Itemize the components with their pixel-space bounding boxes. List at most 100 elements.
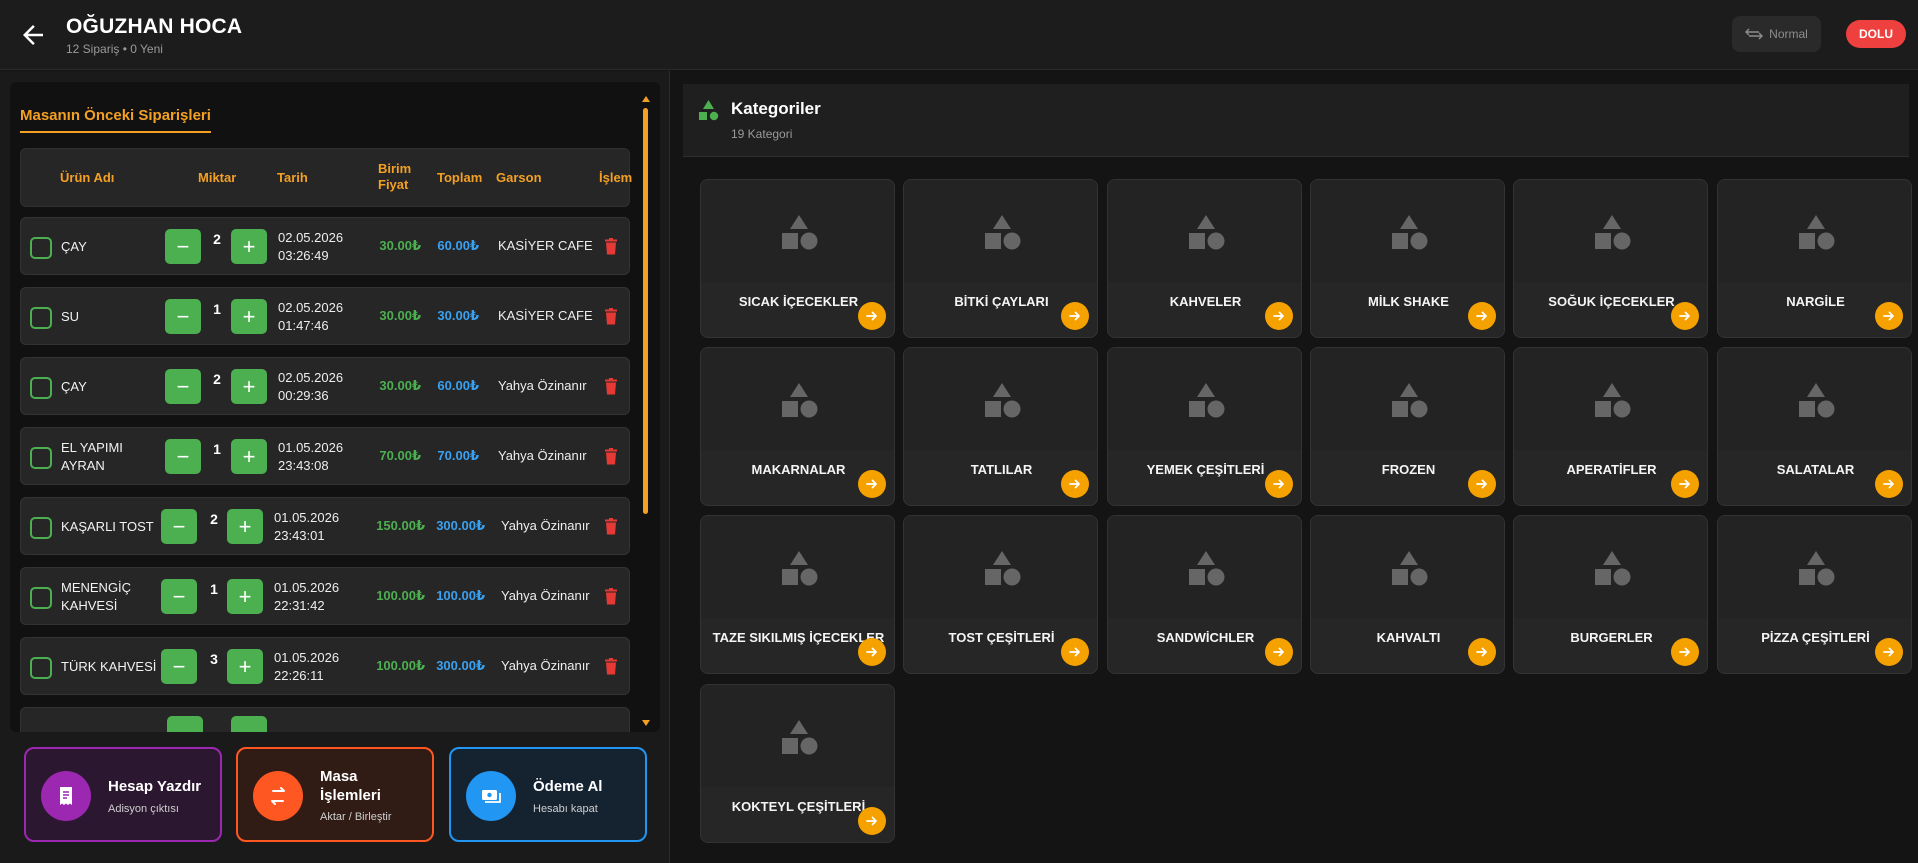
category-tile[interactable]: KAHVELER (1107, 179, 1302, 338)
decrease-quantity-button[interactable]: − (161, 649, 197, 684)
scroll-thumb[interactable] (643, 108, 648, 514)
decrease-quantity-button[interactable]: − (161, 579, 197, 614)
category-tile[interactable]: SALATALAR (1717, 347, 1912, 506)
unit-price: 100.00₺ (376, 588, 425, 603)
increase-quantity-button[interactable]: + (227, 649, 263, 684)
order-date-day: 02.05.2026 (278, 300, 344, 315)
category-tile[interactable]: BİTKİ ÇAYLARI (903, 179, 1098, 338)
row-checkbox[interactable] (30, 657, 52, 679)
arrow-right-icon[interactable] (858, 302, 886, 330)
take-payment-button[interactable]: Ödeme Al Hesabı kapat (449, 747, 647, 842)
line-total: 60.00₺ (437, 378, 479, 393)
arrow-right-icon[interactable] (858, 638, 886, 666)
arrow-right-icon[interactable] (858, 807, 886, 835)
category-tile[interactable]: NARGİLE (1717, 179, 1912, 338)
product-name: SU (61, 309, 80, 324)
scroll-down-arrow[interactable] (642, 720, 650, 726)
arrow-right-icon[interactable] (1061, 302, 1089, 330)
back-arrow-icon[interactable] (18, 20, 48, 50)
categories-header: Kategoriler 19 Kategori (683, 84, 1909, 157)
arrow-right-icon[interactable] (1671, 302, 1699, 330)
order-date: 02.05.2026 00:29:36 (278, 369, 343, 405)
row-checkbox[interactable] (30, 307, 52, 329)
increase-quantity-button[interactable]: + (231, 229, 267, 264)
category-tile[interactable]: KOKTEYL ÇEŞİTLERİ (700, 684, 895, 843)
category-tile[interactable]: KAHVALTI (1310, 515, 1505, 674)
orders-scrollbar[interactable] (640, 96, 652, 726)
delete-icon[interactable] (604, 378, 618, 395)
category-tile[interactable]: PİZZA ÇEŞİTLERİ (1717, 515, 1912, 674)
order-date-day: 01.05.2026 (274, 650, 340, 665)
print-bill-button[interactable]: Hesap Yazdır Adisyon çıktısı (24, 747, 222, 842)
category-tile[interactable]: TATLILAR (903, 347, 1098, 506)
delete-icon[interactable] (604, 238, 618, 255)
table-row-partial (20, 707, 630, 732)
previous-orders-list: Masanın Önceki Siparişleri Ürün Adı Mikt… (10, 82, 660, 732)
delete-icon[interactable] (604, 588, 618, 605)
arrow-right-icon[interactable] (1875, 470, 1903, 498)
increase-quantity-button[interactable]: + (227, 509, 263, 544)
delete-icon[interactable] (604, 448, 618, 465)
arrow-right-icon[interactable] (1671, 638, 1699, 666)
decrease-quantity-button[interactable]: − (165, 229, 201, 264)
table-operations-subtitle: Aktar / Birleştir (320, 811, 392, 823)
delete-icon[interactable] (604, 658, 618, 675)
row-checkbox[interactable] (30, 377, 52, 399)
table-row: MENENGİÇ KAHVESİ −1 +01.05.2026 22:31:42 100… (20, 567, 630, 625)
arrow-right-icon[interactable] (858, 470, 886, 498)
arrow-right-icon[interactable] (1875, 638, 1903, 666)
category-tile[interactable]: BURGERLER (1513, 515, 1708, 674)
arrow-right-icon[interactable] (1265, 302, 1293, 330)
category-tile[interactable]: YEMEK ÇEŞİTLERİ (1107, 347, 1302, 506)
delete-icon[interactable] (604, 518, 618, 535)
row-checkbox[interactable] (30, 587, 52, 609)
arrow-right-icon[interactable] (1265, 470, 1293, 498)
unit-price: 150.00₺ (376, 518, 425, 533)
arrow-right-icon[interactable] (1468, 470, 1496, 498)
quantity-value: 1 (213, 301, 221, 317)
arrow-right-icon[interactable] (1671, 470, 1699, 498)
mode-toggle-button[interactable]: Normal (1732, 16, 1821, 52)
category-tile[interactable]: SANDWİCHLER (1107, 515, 1302, 674)
arrow-right-icon[interactable] (1061, 470, 1089, 498)
arrow-right-icon[interactable] (1875, 302, 1903, 330)
arrow-right-icon[interactable] (1468, 638, 1496, 666)
category-tile[interactable]: MAKARNALAR (700, 347, 895, 506)
row-checkbox[interactable] (30, 517, 52, 539)
category-tile[interactable]: TOST ÇEŞİTLERİ (903, 515, 1098, 674)
category-tile[interactable]: FROZEN (1310, 347, 1505, 506)
order-summary: 12 Sipariş • 0 Yeni (66, 42, 163, 56)
increase-quantity-button[interactable] (231, 716, 267, 732)
delete-icon[interactable] (604, 308, 618, 325)
product-name: ÇAY (61, 379, 87, 394)
product-name: EL YAPIMI AYRAN (61, 440, 123, 473)
table-operations-button[interactable]: Masa İşlemleri Aktar / Birleştir (236, 747, 434, 842)
category-tile[interactable]: MİLK SHAKE (1310, 179, 1505, 338)
category-tile[interactable]: APERATİFLER (1513, 347, 1708, 506)
mode-label: Normal (1769, 27, 1808, 41)
decrease-quantity-button[interactable]: − (165, 299, 201, 334)
table-row: ÇAY −2 +02.05.2026 00:29:36 30.00₺ 60.00₺ Yahy… (20, 357, 630, 415)
row-checkbox[interactable] (30, 237, 52, 259)
decrease-quantity-button[interactable]: − (161, 509, 197, 544)
unit-price: 100.00₺ (376, 658, 425, 673)
increase-quantity-button[interactable]: + (231, 299, 267, 334)
decrease-quantity-button[interactable]: − (165, 439, 201, 474)
increase-quantity-button[interactable]: + (231, 369, 267, 404)
decrease-quantity-button[interactable] (167, 716, 203, 732)
increase-quantity-button[interactable]: + (227, 579, 263, 614)
arrow-right-icon[interactable] (1468, 302, 1496, 330)
arrow-right-icon[interactable] (1265, 638, 1293, 666)
increase-quantity-button[interactable]: + (231, 439, 267, 474)
scroll-up-arrow[interactable] (642, 96, 650, 102)
decrease-quantity-button[interactable]: − (165, 369, 201, 404)
category-tile[interactable]: SOĞUK İÇECEKLER (1513, 179, 1708, 338)
category-tile[interactable]: SICAK İÇECEKLER (700, 179, 895, 338)
row-checkbox[interactable] (30, 447, 52, 469)
product-name: MENENGİÇ KAHVESİ (61, 580, 132, 613)
category-tile[interactable]: TAZE SIKILMIŞ İÇECEKLER (700, 515, 895, 674)
arrow-right-icon[interactable] (1061, 638, 1089, 666)
category-image-placeholder (701, 516, 894, 618)
receipt-icon (41, 771, 91, 821)
order-date-time: 22:31:42 (274, 598, 325, 613)
